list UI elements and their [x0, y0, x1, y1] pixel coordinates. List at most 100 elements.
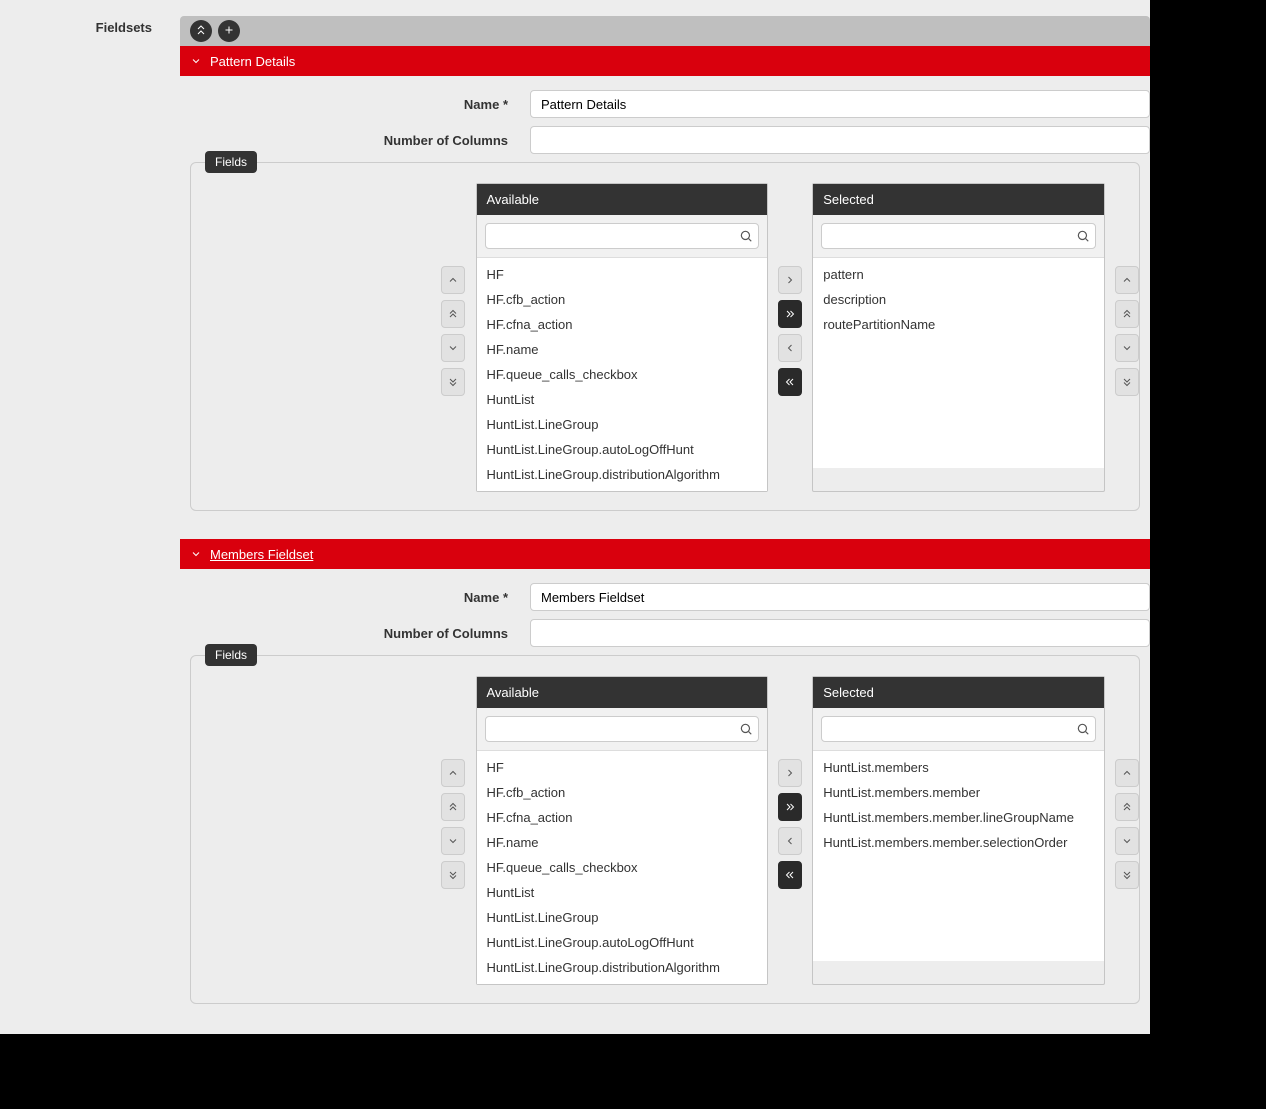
- section-header[interactable]: Pattern Details: [180, 46, 1150, 76]
- list-item[interactable]: HF.cfb_action: [477, 287, 767, 312]
- order-top-button[interactable]: [1115, 793, 1139, 821]
- order-bottom-button[interactable]: [1115, 368, 1139, 396]
- available-search-input[interactable]: [485, 716, 759, 742]
- list-item[interactable]: HuntList.LineGroup: [477, 905, 767, 930]
- available-panel: AvailableHFHF.cfb_actionHF.cfna_actionHF…: [476, 676, 768, 985]
- selected-list: patterndescriptionroutePartitionName: [813, 258, 1103, 468]
- selected-panel: Selected patterndescriptionroutePartition…: [812, 183, 1104, 492]
- add-fieldset-button[interactable]: [218, 20, 240, 42]
- available-scroll-top-button[interactable]: [441, 300, 465, 328]
- available-panel: AvailableHFHF.cfb_actionHF.cfna_actionHF…: [476, 183, 768, 492]
- order-up-button[interactable]: [1115, 759, 1139, 787]
- search-icon: [1076, 722, 1090, 736]
- selected-list: HuntList.membersHuntList.members.memberH…: [813, 751, 1103, 961]
- order-down-button[interactable]: [1115, 334, 1139, 362]
- transfer-buttons: [778, 183, 803, 492]
- available-list: HFHF.cfb_actionHF.cfna_actionHF.nameHF.q…: [477, 258, 767, 491]
- list-item[interactable]: HuntList.LineGroup.distributionAlgorithm: [477, 462, 767, 487]
- section-title: Pattern Details: [210, 54, 295, 69]
- list-item[interactable]: pattern: [813, 262, 1103, 287]
- selected-search-input[interactable]: [821, 716, 1095, 742]
- order-up-button[interactable]: [1115, 266, 1139, 294]
- section-body: Name *Number of ColumnsFieldsAvailableHF…: [180, 76, 1150, 511]
- list-item[interactable]: HuntList.members.member.selectionOrder: [813, 830, 1103, 855]
- sidebar-label: Fieldsets: [0, 20, 180, 35]
- list-item[interactable]: HF.queue_calls_checkbox: [477, 362, 767, 387]
- move-right-button[interactable]: [778, 759, 802, 787]
- list-item[interactable]: HF.name: [477, 830, 767, 855]
- available-search-wrap: [477, 708, 767, 751]
- available-scroll-buttons: [441, 183, 466, 492]
- list-item[interactable]: HF: [477, 755, 767, 780]
- available-header: Available: [477, 677, 767, 708]
- fields-tag: Fields: [205, 644, 257, 666]
- order-buttons: [1115, 676, 1140, 985]
- search-icon: [739, 722, 753, 736]
- selected-search-wrap: [813, 215, 1103, 258]
- list-item[interactable]: HuntList.LineGroup.distributionAlgorithm: [477, 955, 767, 980]
- section-title-link[interactable]: Members Fieldset: [210, 547, 313, 562]
- order-buttons: [1115, 183, 1140, 492]
- list-item[interactable]: HF: [477, 262, 767, 287]
- available-scroll-bottom-button[interactable]: [441, 861, 465, 889]
- move-left-button[interactable]: [778, 334, 802, 362]
- list-item[interactable]: HuntList: [477, 880, 767, 905]
- order-top-button[interactable]: [1115, 300, 1139, 328]
- section-body: Name * Number of Columns Fields Available HF…: [180, 569, 1150, 1004]
- name-input[interactable]: [530, 583, 1150, 611]
- name-input[interactable]: [530, 90, 1150, 118]
- chevron-down-icon: [190, 55, 202, 67]
- available-header: Available: [477, 184, 767, 215]
- move-all-left-button[interactable]: [778, 368, 802, 396]
- move-right-button[interactable]: [778, 266, 802, 294]
- available-scroll-bottom-button[interactable]: [441, 368, 465, 396]
- list-item[interactable]: HuntList.LineGroup: [477, 412, 767, 437]
- available-list: HFHF.cfb_actionHF.cfna_actionHF.nameHF.q…: [477, 751, 767, 984]
- transfer-buttons: [778, 676, 803, 985]
- search-icon: [739, 229, 753, 243]
- list-item[interactable]: HuntList: [477, 387, 767, 412]
- name-label: Name *: [180, 97, 530, 112]
- move-all-left-button[interactable]: [778, 861, 802, 889]
- selected-header: Selected: [813, 677, 1103, 708]
- available-search-wrap: [477, 215, 767, 258]
- available-scroll-down-button[interactable]: [441, 334, 465, 362]
- num-cols-input[interactable]: [530, 619, 1150, 647]
- list-item[interactable]: HF.cfna_action: [477, 805, 767, 830]
- fieldsets-toolbar: [180, 16, 1150, 46]
- move-all-right-button[interactable]: [778, 300, 802, 328]
- order-down-button[interactable]: [1115, 827, 1139, 855]
- list-item[interactable]: description: [813, 287, 1103, 312]
- selected-panel: SelectedHuntList.membersHuntList.members…: [812, 676, 1104, 985]
- list-item[interactable]: HF.cfna_action: [477, 312, 767, 337]
- list-item[interactable]: HuntList.members.member.lineGroupName: [813, 805, 1103, 830]
- list-item[interactable]: HF.cfb_action: [477, 780, 767, 805]
- list-item[interactable]: HF.name: [477, 337, 767, 362]
- available-scroll-top-button[interactable]: [441, 793, 465, 821]
- move-all-right-button[interactable]: [778, 793, 802, 821]
- fields-fieldset: FieldsAvailableHFHF.cfb_actionHF.cfna_ac…: [190, 162, 1140, 511]
- list-item[interactable]: HuntList.members: [813, 755, 1103, 780]
- name-label: Name *: [180, 590, 530, 605]
- available-search-input[interactable]: [485, 223, 759, 249]
- order-bottom-button[interactable]: [1115, 861, 1139, 889]
- num-cols-input[interactable]: [530, 126, 1150, 154]
- search-icon: [1076, 229, 1090, 243]
- section-header[interactable]: Members Fieldset: [180, 539, 1150, 569]
- list-item[interactable]: HuntList.LineGroup.autoLogOffHunt: [477, 437, 767, 462]
- plus-icon: [223, 24, 235, 38]
- move-left-button[interactable]: [778, 827, 802, 855]
- selected-search-wrap: [813, 708, 1103, 751]
- list-item[interactable]: HuntList.LineGroup.autoLogOffHunt: [477, 930, 767, 955]
- num-cols-label: Number of Columns: [180, 626, 530, 641]
- list-item[interactable]: HuntList.members.member: [813, 780, 1103, 805]
- fields-tag: Fields: [205, 151, 257, 173]
- available-scroll-up-button[interactable]: [441, 266, 465, 294]
- selected-search-input[interactable]: [821, 223, 1095, 249]
- available-scroll-up-button[interactable]: [441, 759, 465, 787]
- selected-header: Selected: [813, 184, 1103, 215]
- list-item[interactable]: routePartitionName: [813, 312, 1103, 337]
- collapse-all-button[interactable]: [190, 20, 212, 42]
- list-item[interactable]: HF.queue_calls_checkbox: [477, 855, 767, 880]
- available-scroll-down-button[interactable]: [441, 827, 465, 855]
